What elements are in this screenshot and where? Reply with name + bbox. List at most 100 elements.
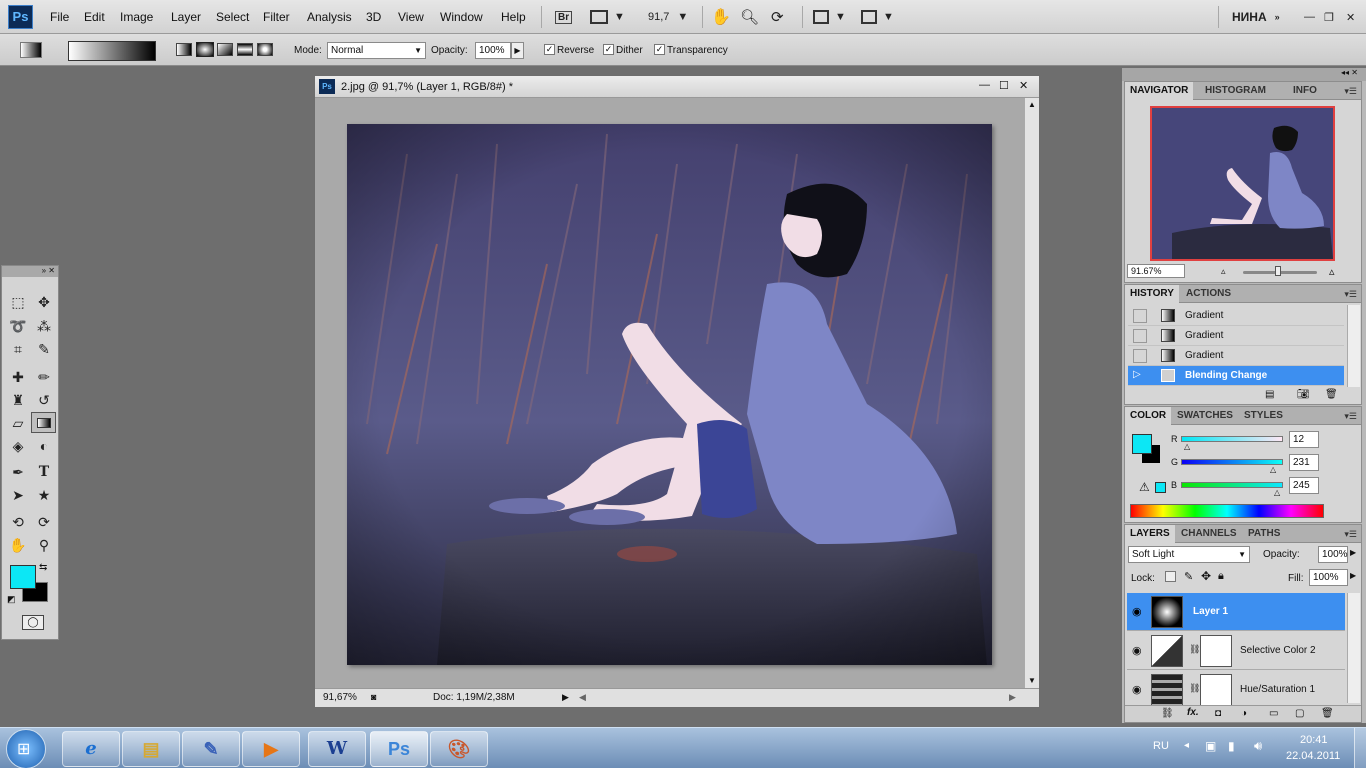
lock-image-icon[interactable]: ✎ bbox=[1184, 570, 1193, 583]
gradient-tool-icon[interactable] bbox=[31, 412, 56, 433]
pen-tool-icon[interactable]: ✒ bbox=[8, 462, 28, 482]
dodge-tool-icon[interactable]: ◐ bbox=[34, 436, 54, 456]
history-item[interactable]: Gradient bbox=[1128, 306, 1344, 326]
document-title-bar[interactable]: Ps 2.jpg @ 91,7% (Layer 1, RGB/8#) * — ☐… bbox=[315, 76, 1039, 98]
red-slider[interactable] bbox=[1181, 436, 1283, 442]
status-menu-icon[interactable]: ◙ bbox=[371, 692, 376, 702]
minimize-app-icon[interactable]: — bbox=[1304, 7, 1315, 27]
linear-gradient-icon[interactable] bbox=[176, 43, 192, 56]
tab-color[interactable]: COLOR bbox=[1125, 407, 1172, 425]
opacity-slider-icon[interactable]: ▶ bbox=[1350, 548, 1356, 557]
diamond-gradient-icon[interactable] bbox=[257, 43, 273, 56]
dock-header[interactable]: ◂◂ ✕ bbox=[1122, 68, 1366, 81]
tab-layers[interactable]: LAYERS bbox=[1125, 525, 1175, 543]
marquee-tool-icon[interactable]: ⬚ bbox=[8, 292, 28, 312]
new-document-from-state-icon[interactable]: ▤ bbox=[1265, 389, 1274, 400]
eraser-tool-icon[interactable]: ▱ bbox=[8, 413, 28, 433]
hand-tool-icon[interactable]: ✋ bbox=[711, 7, 731, 27]
tab-paths[interactable]: PATHS bbox=[1243, 525, 1285, 543]
foreground-color-swatch[interactable] bbox=[10, 565, 36, 589]
layer-row[interactable]: ◉ ⛓ Hue/Saturation 1 bbox=[1127, 671, 1345, 709]
tool-preset-picker[interactable] bbox=[20, 42, 42, 58]
navigator-zoom-slider-thumb[interactable] bbox=[1275, 266, 1281, 276]
color-foreground-swatch[interactable] bbox=[1132, 434, 1152, 454]
dither-checkbox[interactable]: ✓ bbox=[603, 44, 614, 55]
history-scrollbar[interactable] bbox=[1347, 305, 1360, 387]
scroll-left-icon[interactable]: ◀ bbox=[579, 692, 586, 703]
language-indicator[interactable]: RU bbox=[1153, 740, 1169, 752]
minimize-doc-icon[interactable]: — bbox=[979, 79, 990, 91]
eyedropper-tool-icon[interactable]: ✎ bbox=[34, 339, 54, 359]
blue-slider[interactable] bbox=[1181, 482, 1283, 488]
status-zoom-value[interactable]: 91,67% bbox=[323, 692, 357, 703]
quick-mask-icon[interactable]: ◯ bbox=[22, 615, 44, 630]
fill-input[interactable]: 100% bbox=[1309, 569, 1348, 586]
zoom-tool-icon[interactable]: ⚲ bbox=[34, 535, 54, 555]
lock-all-icon[interactable]: 🔒︎ bbox=[1218, 570, 1224, 583]
menu-3d[interactable]: 3D bbox=[366, 10, 381, 24]
blur-tool-icon[interactable]: ◈ bbox=[8, 436, 28, 456]
red-value-input[interactable]: 12 bbox=[1289, 431, 1319, 448]
screen-mode-button[interactable]: ▼ bbox=[861, 7, 894, 27]
launch-bridge-button[interactable]: Br bbox=[555, 7, 573, 27]
red-slider-thumb[interactable]: △ bbox=[1184, 442, 1190, 451]
reverse-checkbox[interactable]: ✓ bbox=[544, 44, 555, 55]
explorer-folder-icon[interactable]: ▤ bbox=[122, 731, 180, 767]
transparency-checkbox[interactable]: ✓ bbox=[654, 44, 665, 55]
history-item[interactable]: Gradient bbox=[1128, 326, 1344, 346]
eye-icon[interactable]: ◉ bbox=[1132, 644, 1142, 657]
tab-styles[interactable]: STYLES bbox=[1239, 407, 1288, 425]
lock-transparent-icon[interactable] bbox=[1165, 571, 1176, 582]
scroll-right-icon[interactable]: ▶ bbox=[1009, 692, 1016, 703]
layer-row-selected[interactable]: ◉ Layer 1 bbox=[1127, 593, 1345, 631]
menu-select[interactable]: Select bbox=[216, 10, 249, 24]
rotate-view-icon[interactable]: ⟳ bbox=[771, 7, 784, 27]
layer-row[interactable]: ◉ ⛓ Selective Color 2 bbox=[1127, 632, 1345, 670]
lock-position-icon[interactable]: ✥ bbox=[1201, 569, 1211, 583]
maximize-doc-icon[interactable]: ☐ bbox=[999, 79, 1009, 92]
eye-icon[interactable]: ◉ bbox=[1132, 683, 1142, 696]
out-of-gamut-warning-icon[interactable]: ⚠ bbox=[1139, 480, 1150, 494]
tray-expand-icon[interactable]: ◂ bbox=[1184, 740, 1189, 751]
settings-tool-icon[interactable]: ✎ bbox=[182, 731, 240, 767]
radial-gradient-icon[interactable] bbox=[196, 42, 214, 57]
navigator-zoom-input[interactable]: 91.67% bbox=[1127, 264, 1185, 278]
zoom-level-dropdown[interactable]: 91,7 ▼ bbox=[648, 7, 688, 27]
zoom-out-icon[interactable]: ▵ bbox=[1221, 266, 1226, 277]
default-colors-icon[interactable]: ◩ bbox=[7, 594, 16, 605]
green-slider-thumb[interactable]: △ bbox=[1270, 465, 1276, 474]
clone-stamp-tool-icon[interactable]: ♜ bbox=[8, 390, 28, 410]
crop-tool-icon[interactable]: ⌗ bbox=[8, 339, 28, 359]
scroll-up-icon[interactable]: ▲ bbox=[1028, 100, 1036, 109]
tab-navigator[interactable]: NAVIGATOR bbox=[1125, 82, 1194, 100]
history-brush-tool-icon[interactable]: ↺ bbox=[34, 390, 54, 410]
layer-opacity-input[interactable]: 100% bbox=[1318, 546, 1348, 563]
brush-tool-icon[interactable]: ✏ bbox=[34, 367, 54, 387]
menu-file[interactable]: File bbox=[50, 10, 69, 24]
tab-history[interactable]: HISTORY bbox=[1125, 285, 1179, 303]
blend-mode-dropdown[interactable]: Soft Light ▼ bbox=[1128, 546, 1250, 563]
paint-icon[interactable]: 🎨︎ bbox=[430, 731, 488, 767]
arrange-documents-button[interactable]: ▼ bbox=[813, 7, 846, 27]
history-item[interactable]: Gradient bbox=[1128, 346, 1344, 366]
status-arrow-icon[interactable]: ▶ bbox=[562, 692, 569, 703]
new-layer-icon[interactable]: ▢ bbox=[1295, 708, 1304, 719]
zoom-tool-icon[interactable]: 🔍︎ bbox=[740, 7, 759, 27]
type-tool-icon[interactable]: T bbox=[34, 462, 54, 482]
close-app-icon[interactable]: ✕ bbox=[1346, 7, 1355, 27]
menu-edit[interactable]: Edit bbox=[84, 10, 105, 24]
word-icon[interactable]: W bbox=[308, 731, 366, 767]
panel-menu-icon[interactable]: ▾☰ bbox=[1344, 411, 1357, 422]
reflected-gradient-icon[interactable] bbox=[237, 43, 253, 56]
menu-filter[interactable]: Filter bbox=[263, 10, 290, 24]
mode-dropdown[interactable]: Normal ▼ bbox=[327, 42, 426, 59]
workspace-switcher[interactable]: НИНА » bbox=[1232, 7, 1280, 27]
tab-info[interactable]: INFO bbox=[1288, 82, 1322, 100]
magic-wand-tool-icon[interactable]: ⁂ bbox=[34, 316, 54, 336]
eye-icon[interactable]: ◉ bbox=[1132, 605, 1142, 618]
tab-actions[interactable]: ACTIONS bbox=[1181, 285, 1236, 303]
opacity-slider-button[interactable]: ▶ bbox=[511, 42, 524, 59]
vertical-scrollbar[interactable]: ▲ ▼ bbox=[1024, 98, 1039, 688]
clock-time[interactable]: 20:41 bbox=[1300, 734, 1328, 746]
restore-app-icon[interactable]: ❐ bbox=[1324, 7, 1334, 27]
